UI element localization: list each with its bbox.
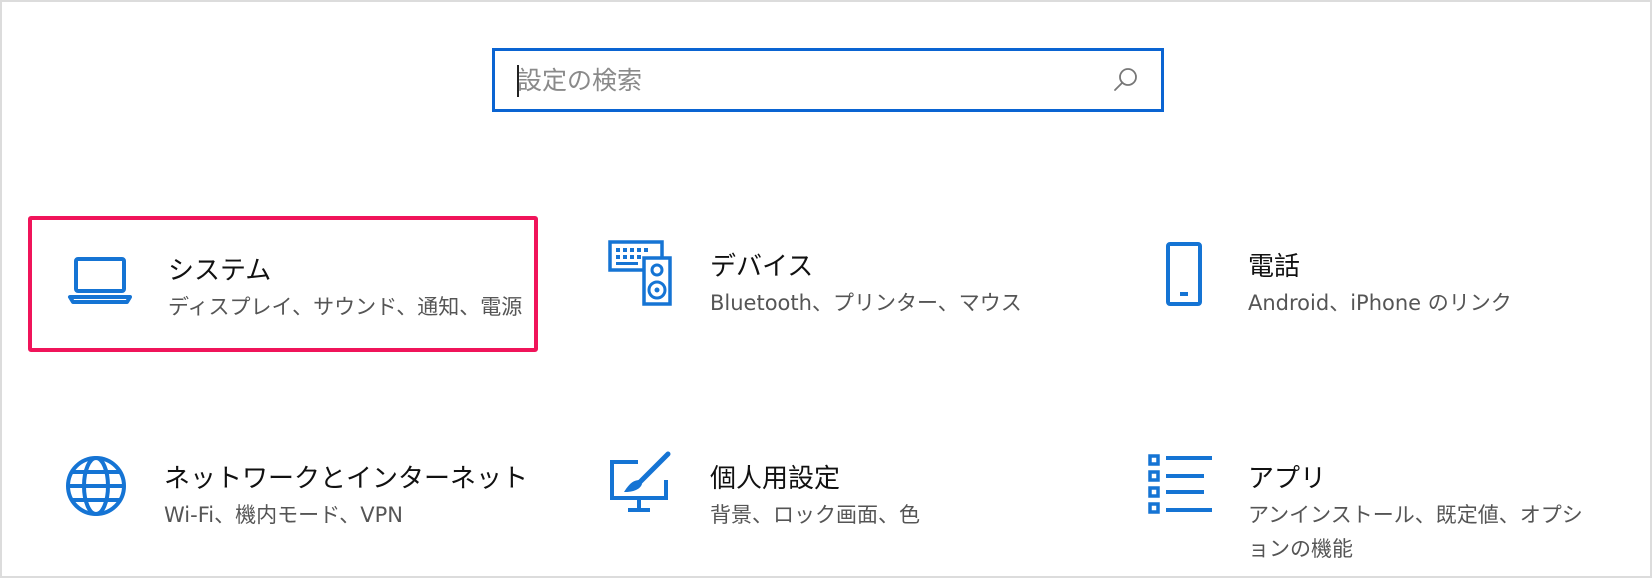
phone-icon xyxy=(1166,242,1202,306)
tile-description: Android、iPhone のリンク xyxy=(1248,291,1512,315)
tile-title: システム xyxy=(168,256,272,286)
tile-network[interactable]: ネットワークとインターネット Wi-Fi、機内モード、VPN xyxy=(28,428,538,564)
text-caret xyxy=(517,65,519,97)
tile-description: 背景、ロック画面、色 xyxy=(710,503,920,527)
globe-icon xyxy=(66,456,126,516)
tile-title: アプリ xyxy=(1248,464,1327,494)
keyboard-speaker-icon xyxy=(608,240,672,306)
tile-description: ディスプレイ、サウンド、通知、電源 xyxy=(168,295,523,319)
apps-list-icon xyxy=(1148,454,1212,514)
settings-window: システム ディスプレイ、サウンド、通知、電源 デバイス Bluetooth、プリ… xyxy=(0,0,1652,578)
tile-apps[interactable]: アプリ アンインストール、既定値、オプションの機能 xyxy=(1108,428,1618,564)
tile-description: Bluetooth、プリンター、マウス xyxy=(710,291,1022,315)
tile-title: デバイス xyxy=(710,252,814,282)
tile-description: アンインストール、既定値、オプションの機能 xyxy=(1248,503,1583,561)
tile-title: 電話 xyxy=(1248,252,1301,282)
search-icon[interactable] xyxy=(1111,65,1141,95)
search-input[interactable] xyxy=(517,59,1077,101)
tile-phone[interactable]: 電話 Android、iPhone のリンク xyxy=(1108,216,1618,352)
tile-personalization[interactable]: 個人用設定 背景、ロック画面、色 xyxy=(564,428,1074,564)
tile-description: Wi-Fi、機内モード、VPN xyxy=(164,503,403,527)
tile-devices[interactable]: デバイス Bluetooth、プリンター、マウス xyxy=(564,216,1074,352)
tile-system[interactable]: システム ディスプレイ、サウンド、通知、電源 xyxy=(28,216,538,352)
laptop-icon xyxy=(68,257,132,304)
tile-title: ネットワークとインターネット xyxy=(164,464,529,494)
search-box[interactable] xyxy=(492,48,1164,112)
paintbrush-monitor-icon xyxy=(610,451,671,512)
tile-title: 個人用設定 xyxy=(710,464,841,494)
